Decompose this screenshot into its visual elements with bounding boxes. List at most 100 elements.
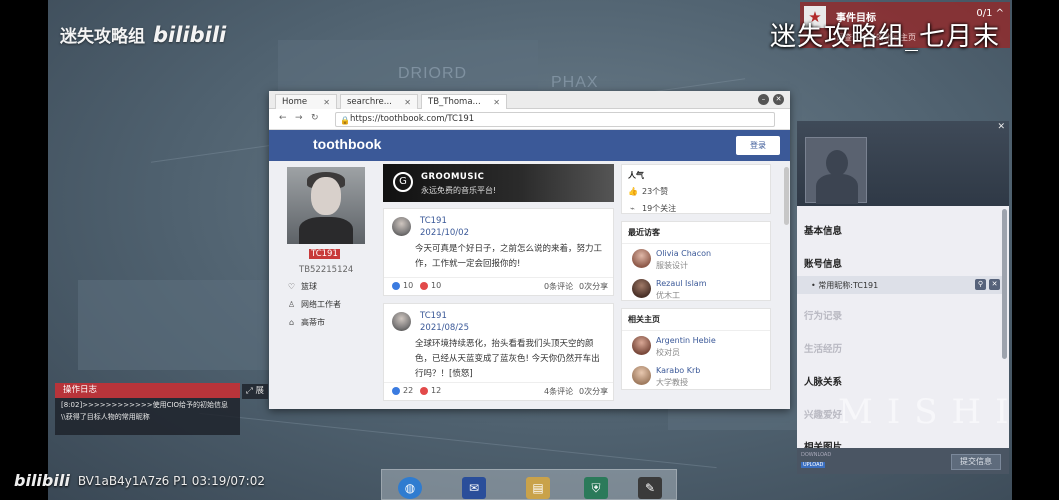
related-item[interactable]: Karabo Krb 大学教授	[622, 361, 770, 391]
badge-icon: ♙	[287, 300, 296, 309]
tab-search[interactable]: searchre... ✕	[340, 94, 418, 109]
login-button[interactable]: 登录	[736, 136, 780, 155]
panel-header: ✕	[797, 121, 1009, 206]
post-date: 2021/08/25	[420, 323, 469, 333]
music-logo-icon: G	[393, 172, 413, 192]
comments-count[interactable]: 4条评论	[544, 386, 573, 397]
follows-row: ⌁ 19个关注	[622, 200, 770, 217]
popularity-card: 人气 👍 23个赞 ⌁ 19个关注	[621, 164, 771, 214]
section-life[interactable]: 生活经历	[804, 341, 842, 355]
dislike-button[interactable]: 10	[420, 281, 441, 290]
site-logo[interactable]: toothbook	[313, 136, 381, 152]
post-author[interactable]: TC191	[420, 311, 447, 321]
close-icon[interactable]: ✕	[493, 96, 500, 109]
section-interests[interactable]: 兴趣爱好	[804, 407, 842, 421]
shares-count[interactable]: 0次分享	[579, 281, 608, 292]
pin-icon[interactable]: ⚲	[975, 279, 986, 290]
tab-profile[interactable]: TB_Thoma... ✕	[421, 94, 507, 109]
site-body: TC191 TB52215124 ♡ 篮球 ♙ 网络工作者 ⌂ 高蒂市 G GROOM…	[269, 161, 790, 409]
post-card: TC191 2021/08/25 全球环境持续恶化，抬头看看我们头顶天空的颜色，…	[383, 303, 614, 401]
log-line: \\获得了目标人物的常用昵称	[61, 413, 150, 421]
related-name: Karabo Krb	[656, 366, 701, 375]
taskbar-dock: ◍ ✉ ▤ ⛨ ✎	[381, 469, 677, 500]
nickname-text: • 常用昵称:TC191	[811, 281, 879, 290]
minimize-icon[interactable]: –	[758, 94, 769, 105]
url-input[interactable]: 🔒 https://toothbook.com/TC191	[335, 112, 775, 127]
profile-attr-city: ⌂ 高蒂市	[288, 318, 325, 327]
thumbs-down-icon	[420, 281, 428, 290]
thumbs-down-icon	[420, 386, 428, 395]
related-role: 大学教授	[656, 378, 688, 387]
forward-icon[interactable]: →	[295, 113, 303, 123]
thumbs-up-icon	[392, 386, 400, 395]
popularity-title: 人气	[628, 171, 644, 180]
page-scrollbar[interactable]	[784, 167, 789, 225]
notes-icon[interactable]: ✎	[638, 477, 662, 499]
visitor-item[interactable]: Olivia Chacon 服装设计	[622, 244, 770, 274]
home-icon: ⌂	[288, 318, 295, 327]
likes-row: 👍 23个赞	[628, 187, 669, 196]
visitor-role: 服装设计	[656, 261, 688, 270]
tab-home[interactable]: Home ✕	[275, 94, 337, 109]
footer-tag: UPLOAD	[801, 462, 826, 468]
close-window-icon[interactable]: ✕	[773, 94, 784, 105]
dislike-button[interactable]: 12	[420, 386, 441, 395]
related-role: 校对员	[656, 348, 680, 357]
globe-icon[interactable]: ◍	[398, 477, 422, 499]
log-line: [8:02]>>>>>>>>>>>>使用CIO给予的初始信息	[61, 401, 229, 409]
channel-name: 迷失攻略组	[60, 27, 145, 47]
like-button[interactable]: 22	[392, 386, 413, 395]
shield-icon[interactable]: ⛨	[584, 477, 608, 499]
close-icon[interactable]: ✕	[404, 96, 411, 109]
profile-attr-job: ♙ 网络工作者	[287, 300, 341, 309]
heart-icon: ♡	[287, 282, 296, 291]
avatar	[392, 312, 411, 331]
panel-footer: DOWNLOAD UPLOAD 提交信息	[797, 448, 1009, 474]
close-icon[interactable]: ✕	[323, 96, 330, 109]
like-button[interactable]: 10	[392, 281, 413, 290]
post-date: 2021/10/02	[420, 228, 469, 238]
section-account[interactable]: 账号信息	[804, 256, 842, 270]
mail-icon[interactable]: ✉	[462, 477, 486, 499]
section-behavior[interactable]: 行为记录	[804, 308, 842, 322]
lock-icon: 🔒	[340, 116, 350, 125]
profile-photo	[287, 167, 365, 244]
remove-icon[interactable]: ✕	[989, 279, 1000, 290]
related-item[interactable]: Argentin Hebie 校对员	[622, 331, 770, 361]
section-basic[interactable]: 基本信息	[804, 223, 842, 237]
url-text: https://toothbook.com/TC191	[350, 114, 475, 124]
map-label: PHAX	[551, 74, 599, 91]
avatar	[632, 279, 651, 298]
visitors-card: 最近访客 Olivia Chacon 服装设计 Rezaul Islam 优木工	[621, 221, 771, 301]
map-border	[199, 412, 717, 469]
post-author[interactable]: TC191	[420, 216, 447, 226]
nickname-row[interactable]: • 常用昵称:TC191 ⚲ ✕	[797, 276, 1003, 294]
shares-count[interactable]: 0次分享	[579, 386, 608, 397]
avatar	[632, 249, 651, 268]
panel-scrollbar[interactable]	[1002, 209, 1007, 359]
avatar	[392, 217, 411, 236]
site-header: toothbook 登录	[269, 130, 790, 161]
post-card: TC191 2021/10/02 今天可真是个好日子，之前怎么说的来着，努力工作…	[383, 208, 614, 296]
ad-banner[interactable]: G GROOMUSIC 永远免费的音乐平台!	[383, 164, 614, 202]
section-relations[interactable]: 人脉关系	[804, 374, 842, 388]
file-icon[interactable]: ▤	[526, 477, 550, 499]
post-text: 今天可真是个好日子，之前怎么说的来着，努力工作，工作就一定会回报你的!	[415, 244, 603, 269]
profile-id: TB52215124	[299, 265, 354, 275]
studio-watermark: MISHI	[838, 392, 1023, 432]
refresh-icon[interactable]: ↻	[311, 113, 319, 123]
submit-button[interactable]: 提交信息	[951, 454, 1001, 470]
log-expand-button[interactable]: ⤢ 展	[242, 384, 269, 399]
comments-count[interactable]: 0条评论	[544, 281, 573, 292]
bilibili-logo: bilibili	[153, 22, 227, 47]
visitors-title: 最近访客	[622, 222, 770, 244]
back-icon[interactable]: ←	[279, 113, 287, 123]
channel-watermark: 迷失攻略组 bilibili	[60, 22, 227, 48]
visitor-item[interactable]: Rezaul Islam 优木工	[622, 274, 770, 304]
avatar	[632, 366, 651, 385]
thumbs-up-icon: 👍	[628, 187, 638, 196]
bilibili-logo: bilibili	[14, 471, 70, 490]
target-photo	[805, 137, 867, 204]
log-title: 操作日志	[55, 383, 240, 398]
close-icon[interactable]: ✕	[997, 122, 1005, 132]
